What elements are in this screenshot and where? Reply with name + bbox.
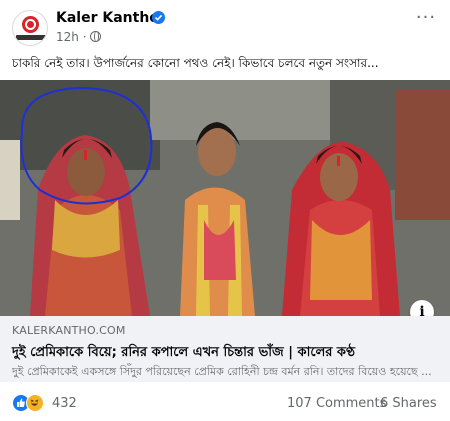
facebook-post-card: Kaler Kantho 12h · ··· চাকরি নেই তার। উপ… [0,0,450,421]
wedding-photo [0,80,450,316]
link-preview[interactable]: KALERKANTHO.COM দুই প্রেমিকাকে বিয়ে; রন… [0,316,450,382]
comments-count[interactable]: 107 Comments [287,396,386,411]
link-title[interactable]: দুই প্রেমিকাকে বিয়ে; রনির কপালে এখন চিন… [12,343,355,364]
globe-icon [89,31,101,42]
haha-reaction-icon [26,394,44,412]
link-description: দুই প্রেমিকাকেই একসঙ্গে সিঁদুর পরিয়েছেন… [12,365,432,378]
post-time[interactable]: 12h [56,30,79,44]
page-avatar[interactable] [12,10,48,46]
link-domain: KALERKANTHO.COM [12,324,126,337]
shares-count[interactable]: 6 Shares [380,396,437,411]
post-header: Kaler Kantho 12h · ··· [12,8,438,48]
more-options-icon[interactable]: ··· [414,9,438,32]
reaction-count[interactable]: 432 [52,396,77,411]
post-meta: 12h · [56,30,101,44]
verified-badge-icon [152,11,165,24]
post-caption: চাকরি নেই তার। উপার্জনের কোনো পথও নেই। ক… [12,56,379,70]
post-photo[interactable] [0,80,450,316]
page-name[interactable]: Kaler Kantho [56,10,159,26]
